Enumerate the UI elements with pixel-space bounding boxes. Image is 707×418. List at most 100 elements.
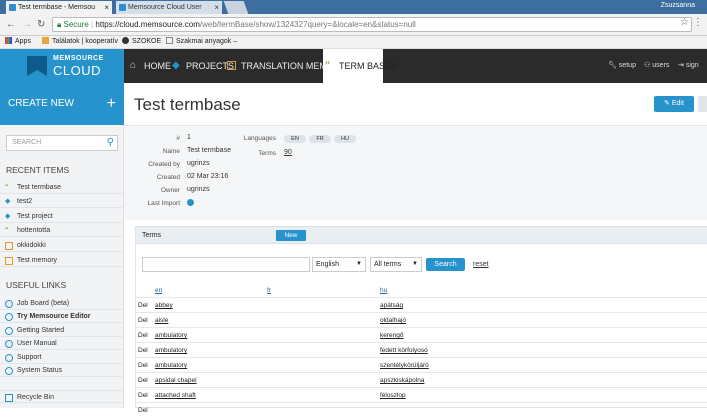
bookmark-label: Találatok | kooperatív xyxy=(52,38,119,45)
created-by-label: Created by xyxy=(148,161,180,168)
table-row: Del ambulatory kerengő xyxy=(136,327,707,342)
back-arrow-icon[interactable]: ← xyxy=(6,19,16,30)
browser-tab[interactable]: Memsource Cloud User × xyxy=(116,1,222,14)
sign-out-icon: ⇥ xyxy=(678,62,684,69)
term-hu[interactable]: kerengő xyxy=(380,328,404,343)
useful-link[interactable]: Support xyxy=(0,351,124,364)
recent-item-label: okkidokki xyxy=(17,242,46,249)
wrench-icon: 🔧︎ xyxy=(608,62,617,69)
bookmarks-bar: Apps Találatok | kooperatív SZOKOE Szakm… xyxy=(0,36,707,49)
create-new-button[interactable]: CREATE NEW + xyxy=(0,83,124,125)
term-en[interactable]: ambulatory xyxy=(155,328,187,343)
recent-item-label: Test project xyxy=(17,213,53,220)
delete-link[interactable]: Del xyxy=(138,328,148,343)
search-button[interactable]: Search xyxy=(426,258,465,271)
new-term-button[interactable]: New xyxy=(276,230,306,241)
recycle-bin-link[interactable]: Recycle Bin xyxy=(0,390,124,403)
term-hu[interactable]: szentélykörüljáró xyxy=(380,358,429,373)
recent-item[interactable]: ◆ Test project xyxy=(0,210,124,223)
terms-panel: Terms New English ▼ All terms ▼ Search res… xyxy=(135,226,707,414)
link-label: Try Memsource Editor xyxy=(17,313,91,320)
nav-home[interactable]: ⌂ HOME xyxy=(128,49,171,83)
useful-link[interactable]: System Status xyxy=(0,364,124,377)
reload-icon[interactable]: ↻ xyxy=(37,19,45,30)
url-input[interactable]: 🔒︎ Secure | https://cloud.memsource.com/… xyxy=(52,17,692,32)
nav-label: TERM BASES xyxy=(339,61,398,71)
term-hu[interactable]: apátság xyxy=(380,298,403,313)
term-en[interactable]: attached shaft xyxy=(155,388,196,403)
delete-link[interactable]: Del xyxy=(138,373,148,388)
delete-link[interactable]: Del xyxy=(138,388,148,403)
new-tab-button[interactable] xyxy=(223,1,249,14)
sign-out-link[interactable]: ⇥ sign xyxy=(678,49,699,83)
term-hu[interactable]: apszkiskápolna xyxy=(380,373,424,388)
term-en[interactable]: ambulatory xyxy=(155,343,187,358)
tab-title: Test termbase - Memsou xyxy=(18,4,96,11)
browser-tab-active[interactable]: Test termbase - Memsou × xyxy=(6,1,112,14)
tm-icon xyxy=(227,61,236,70)
useful-link[interactable]: Try Memsource Editor xyxy=(0,310,124,323)
term-en[interactable]: aisle xyxy=(155,313,168,328)
forward-arrow-icon[interactable]: → xyxy=(22,19,32,30)
table-row: Del attached shaft féloszlop xyxy=(136,387,707,402)
column-header-en[interactable]: en xyxy=(155,287,162,294)
reset-link[interactable]: reset xyxy=(473,258,489,271)
edit-button[interactable]: ✎ Edit xyxy=(654,96,694,112)
nav-term-bases[interactable]: “ TERM BASES xyxy=(323,49,397,83)
recent-item[interactable]: “ Test termbase xyxy=(0,181,124,194)
close-tab-icon[interactable]: × xyxy=(214,1,219,14)
terms-filter-select[interactable]: All terms ▼ xyxy=(370,257,422,272)
recent-item[interactable]: “ hottentotta xyxy=(0,224,124,237)
browser-tab-strip: Test termbase - Memsou × Memsource Cloud… xyxy=(0,0,707,14)
term-hu[interactable]: fedett körfolyosó xyxy=(380,343,428,358)
languages-label: Languages xyxy=(243,135,276,142)
bookmark-item[interactable]: SZOKOE xyxy=(122,36,161,48)
browser-menu-icon[interactable]: ⋮ xyxy=(693,17,703,28)
term-en[interactable]: ambulatory xyxy=(155,358,187,373)
bookmark-apps[interactable]: Apps xyxy=(5,36,31,48)
termbase-icon: “ xyxy=(325,60,330,71)
nav-translation-memories[interactable]: TRANSLATION MEMORIES xyxy=(225,49,355,83)
term-en[interactable]: abbey xyxy=(155,298,173,313)
delete-link[interactable]: Del xyxy=(138,403,148,418)
users-link[interactable]: ⚇ users xyxy=(644,49,669,83)
recent-item[interactable]: Test memory xyxy=(0,254,124,267)
term-hu[interactable]: féloszlop xyxy=(380,388,406,403)
bookmark-item[interactable]: Találatok | kooperatív xyxy=(42,36,118,48)
term-hu[interactable]: oldalhajó xyxy=(380,313,406,328)
table-row: Del aisle oldalhajó xyxy=(136,312,707,327)
term-en[interactable]: apsidal chapel xyxy=(155,373,197,388)
setup-link[interactable]: 🔧︎ setup xyxy=(608,49,636,83)
info-icon[interactable] xyxy=(187,199,194,208)
close-tab-icon[interactable]: × xyxy=(104,1,109,14)
search-icon[interactable]: ⚲ xyxy=(107,136,114,150)
delete-link[interactable]: Del xyxy=(138,313,148,328)
delete-link[interactable]: Del xyxy=(138,358,148,373)
language-select[interactable]: English ▼ xyxy=(312,257,366,272)
link-label: Getting Started xyxy=(17,327,65,334)
sidebar-search-input[interactable]: SEARCH ⚲ xyxy=(6,135,118,151)
memsource-logo[interactable]: MEMSOURCE CLOUD xyxy=(0,49,124,83)
page-title: Test termbase xyxy=(134,95,241,114)
useful-link[interactable]: User Manual xyxy=(0,337,124,350)
nav-projects[interactable]: ◆ PROJECTS xyxy=(170,49,234,83)
column-header-fr[interactable]: fr xyxy=(267,287,271,294)
projects-icon: ◆ xyxy=(172,60,180,71)
project-icon: ◆ xyxy=(5,213,11,220)
delete-link[interactable]: Del xyxy=(138,343,148,358)
recent-item[interactable]: ◆ test2 xyxy=(0,195,124,208)
useful-link[interactable]: Job Board (beta) xyxy=(0,297,124,310)
more-button[interactable] xyxy=(698,96,707,112)
terms-count-link[interactable]: 90 xyxy=(284,149,292,156)
users-icon: ⚇ xyxy=(644,62,651,69)
column-header-hu[interactable]: hu xyxy=(380,287,387,294)
star-icon[interactable]: ☆ xyxy=(680,17,689,28)
address-bar-row: ← → ↻ 🔒︎ Secure | https://cloud.memsourc… xyxy=(0,14,707,36)
terms-count-label: Terms xyxy=(258,150,276,157)
useful-link[interactable]: Getting Started xyxy=(0,324,124,337)
logo-text-bottom: CLOUD xyxy=(53,63,102,78)
term-search-input[interactable] xyxy=(142,257,310,272)
bookmark-item[interactable]: Szakmai anyagok – xyxy=(166,36,237,48)
recent-item[interactable]: okkidokki xyxy=(0,239,124,252)
delete-link[interactable]: Del xyxy=(138,298,148,313)
